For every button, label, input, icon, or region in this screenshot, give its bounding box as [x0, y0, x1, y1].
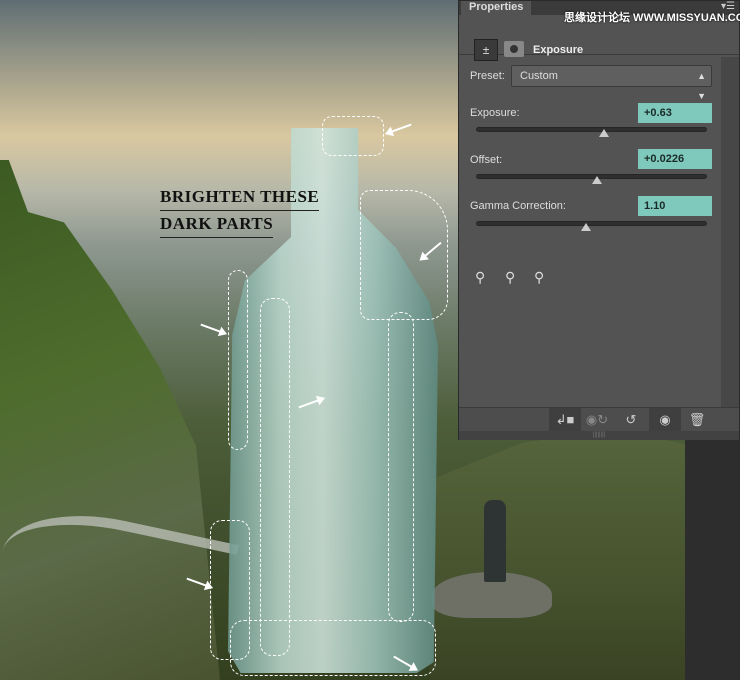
preset-select[interactable]: Custom ▲ ▼ — [511, 65, 712, 101]
clip-to-layer-icon[interactable]: ↲■ — [549, 408, 581, 431]
white-point-eyedropper-icon[interactable]: ⚲ — [534, 269, 544, 286]
offset-label: Offset: — [470, 154, 503, 166]
selection-marquee — [360, 190, 448, 320]
layer-mask-icon[interactable] — [504, 41, 524, 57]
slider-thumb[interactable] — [580, 223, 591, 231]
adjustment-title: Exposure — [533, 44, 584, 56]
black-point-eyedropper-icon[interactable]: ⚲ — [475, 269, 485, 286]
gamma-input[interactable]: 1.10 — [638, 196, 712, 216]
exposure-input[interactable]: +0.63 — [638, 103, 712, 123]
selection-marquee — [230, 620, 436, 676]
chevron-updown-icon: ▲ ▼ — [697, 71, 706, 101]
exposure-slider[interactable] — [476, 127, 707, 137]
arrow-icon — [200, 323, 226, 335]
tab-properties[interactable]: Properties — [461, 1, 531, 15]
standing-man — [484, 500, 506, 582]
panel-footer: ↲■ ◉↻ ↺ ◉ 🗑 — [459, 407, 739, 431]
properties-panel: Properties ▾☰ 思缘设计论坛 WWW.MISSYUAN.COM ± … — [458, 0, 740, 440]
gamma-label: Gamma Correction: — [470, 200, 566, 212]
annotation-line: BRIGHTEN THESE — [160, 184, 320, 211]
panel-header: ± Exposure — [459, 15, 739, 61]
visibility-eye-icon[interactable]: ◉ — [649, 408, 681, 431]
scrollbar[interactable] — [721, 57, 739, 407]
selection-marquee — [322, 116, 384, 156]
reset-icon[interactable]: ↺ — [615, 408, 647, 431]
selection-marquee — [228, 270, 248, 450]
preset-value: Custom — [520, 70, 558, 82]
panel-body: Preset: Custom ▲ ▼ Exposure: +0.63 Offset:… — [459, 57, 721, 407]
view-previous-state-icon[interactable]: ◉↻ — [581, 408, 613, 431]
resize-grip[interactable]: |||||||| — [459, 431, 739, 440]
annotation-text: BRIGHTEN THESE DARK PARTS — [160, 184, 320, 238]
selection-marquee — [388, 312, 414, 622]
gamma-slider[interactable] — [476, 221, 707, 231]
offset-input[interactable]: +0.0226 — [638, 149, 712, 169]
preset-label: Preset: — [470, 70, 505, 82]
slider-thumb[interactable] — [599, 129, 610, 137]
annotation-line: DARK PARTS — [160, 211, 274, 238]
trash-icon[interactable]: 🗑 — [681, 408, 713, 431]
gray-point-eyedropper-icon[interactable]: ⚲ — [505, 269, 515, 286]
exposure-label: Exposure: — [470, 107, 520, 119]
workspace-background — [685, 440, 740, 680]
selection-marquee — [260, 298, 290, 656]
offset-slider[interactable] — [476, 174, 707, 184]
slider-thumb[interactable] — [592, 176, 603, 184]
arrow-icon — [386, 123, 412, 135]
